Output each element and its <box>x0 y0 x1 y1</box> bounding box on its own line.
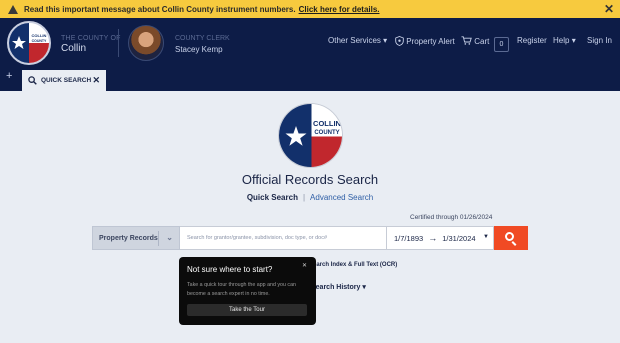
nav-cart-label: Cart <box>474 37 490 46</box>
chevron-down-icon: ⌄ <box>166 233 173 242</box>
caret-down-icon: ▼ <box>483 234 489 240</box>
warning-icon <box>8 4 18 14</box>
search-mode-links: Quick Search | Advanced Search <box>0 193 620 202</box>
date-to: 1/31/2024 <box>442 233 476 243</box>
svg-text:COLLIN: COLLIN <box>313 119 341 128</box>
nav-register[interactable]: Register <box>517 36 547 45</box>
record-type-value: Property Records <box>99 234 158 242</box>
search-history-toggle[interactable]: Search History ▾ <box>311 283 366 291</box>
select-divider <box>158 231 159 246</box>
tour-description: Take a quick tour through the app and yo… <box>187 282 296 297</box>
close-icon[interactable]: ✕ <box>604 2 614 16</box>
take-tour-button[interactable]: Take the Tour <box>187 304 307 316</box>
arrow-right-icon: → <box>428 233 438 243</box>
caret-down-icon: ▾ <box>383 36 388 45</box>
caret-down-icon: ▾ <box>362 284 366 291</box>
cart-count-badge: 0 <box>494 37 509 52</box>
ocr-search-option[interactable]: Search Index & Full Text (OCR) <box>309 262 397 268</box>
close-tab-icon[interactable]: ✕ <box>92 75 100 86</box>
search-icon <box>505 232 514 241</box>
certified-date: Certified through 01/26/2024 <box>410 214 493 221</box>
clerk-label: COUNTY CLERK <box>175 35 230 42</box>
nav-other-services-label: Other Services <box>328 36 381 45</box>
county-name: Collin <box>61 43 87 54</box>
alert-message: Read this important message about Collin… <box>24 4 296 14</box>
caret-down-icon: ▾ <box>571 36 576 45</box>
nav-property-alert[interactable]: Property Alert <box>395 36 455 46</box>
nav-sign-in[interactable]: Sign In <box>587 36 612 45</box>
advanced-search-link[interactable]: Advanced Search <box>310 193 373 202</box>
cart-icon <box>461 36 472 45</box>
quick-search-link[interactable]: Quick Search <box>247 193 298 202</box>
svg-text:COLLIN: COLLIN <box>32 33 47 38</box>
search-icon <box>28 76 37 85</box>
add-tab-icon[interactable]: + <box>6 70 12 82</box>
link-separator: | <box>302 193 306 202</box>
county-label: THE COUNTY OF <box>61 35 121 42</box>
clerk-avatar <box>128 25 164 61</box>
clerk-name: Stacey Kemp <box>175 45 223 54</box>
nav-property-alert-label: Property Alert <box>406 37 455 46</box>
record-type-select[interactable]: Property Records ⌄ <box>92 226 180 250</box>
tab-strip: + QUICK SEARCH ✕ <box>0 68 620 91</box>
alert-details-link[interactable]: Click here for details. <box>299 5 380 14</box>
date-range-picker[interactable]: 1/7/1893 → 1/31/2024 ▼ <box>386 226 494 250</box>
tab-quick-search[interactable]: QUICK SEARCH ✕ <box>22 70 106 91</box>
nav-help-label: Help <box>553 36 570 45</box>
close-icon[interactable]: ✕ <box>302 262 307 269</box>
header-divider <box>118 29 119 57</box>
search-button[interactable] <box>494 226 528 250</box>
tour-title: Not sure where to start? <box>187 265 273 274</box>
county-seal-emblem: COLLIN COUNTY <box>278 103 343 168</box>
svg-text:COUNTY: COUNTY <box>314 130 339 136</box>
shield-icon <box>395 36 404 46</box>
site-header: COLLIN COUNTY THE COUNTY OF Collin COUNT… <box>0 18 620 68</box>
alert-bar: Read this important message about Collin… <box>0 0 620 18</box>
search-history-label: Search History <box>311 284 361 291</box>
tab-label: QUICK SEARCH <box>41 77 92 84</box>
svg-text:COUNTY: COUNTY <box>32 39 47 43</box>
nav-other-services[interactable]: Other Services ▾ <box>328 36 387 45</box>
tour-popup: Not sure where to start? ✕ Take a quick … <box>179 257 316 325</box>
page-title: Official Records Search <box>241 172 379 187</box>
date-from: 1/7/1893 <box>394 233 424 243</box>
nav-help[interactable]: Help ▾ <box>553 36 576 45</box>
search-icon-handle <box>511 241 517 246</box>
search-bar: Property Records ⌄ Search for grantor/gr… <box>92 226 528 250</box>
county-seal-logo[interactable]: COLLIN COUNTY <box>7 21 51 65</box>
nav-cart[interactable]: Cart <box>461 36 489 46</box>
search-input[interactable]: Search for grantor/grantee, subdivision,… <box>180 226 386 250</box>
